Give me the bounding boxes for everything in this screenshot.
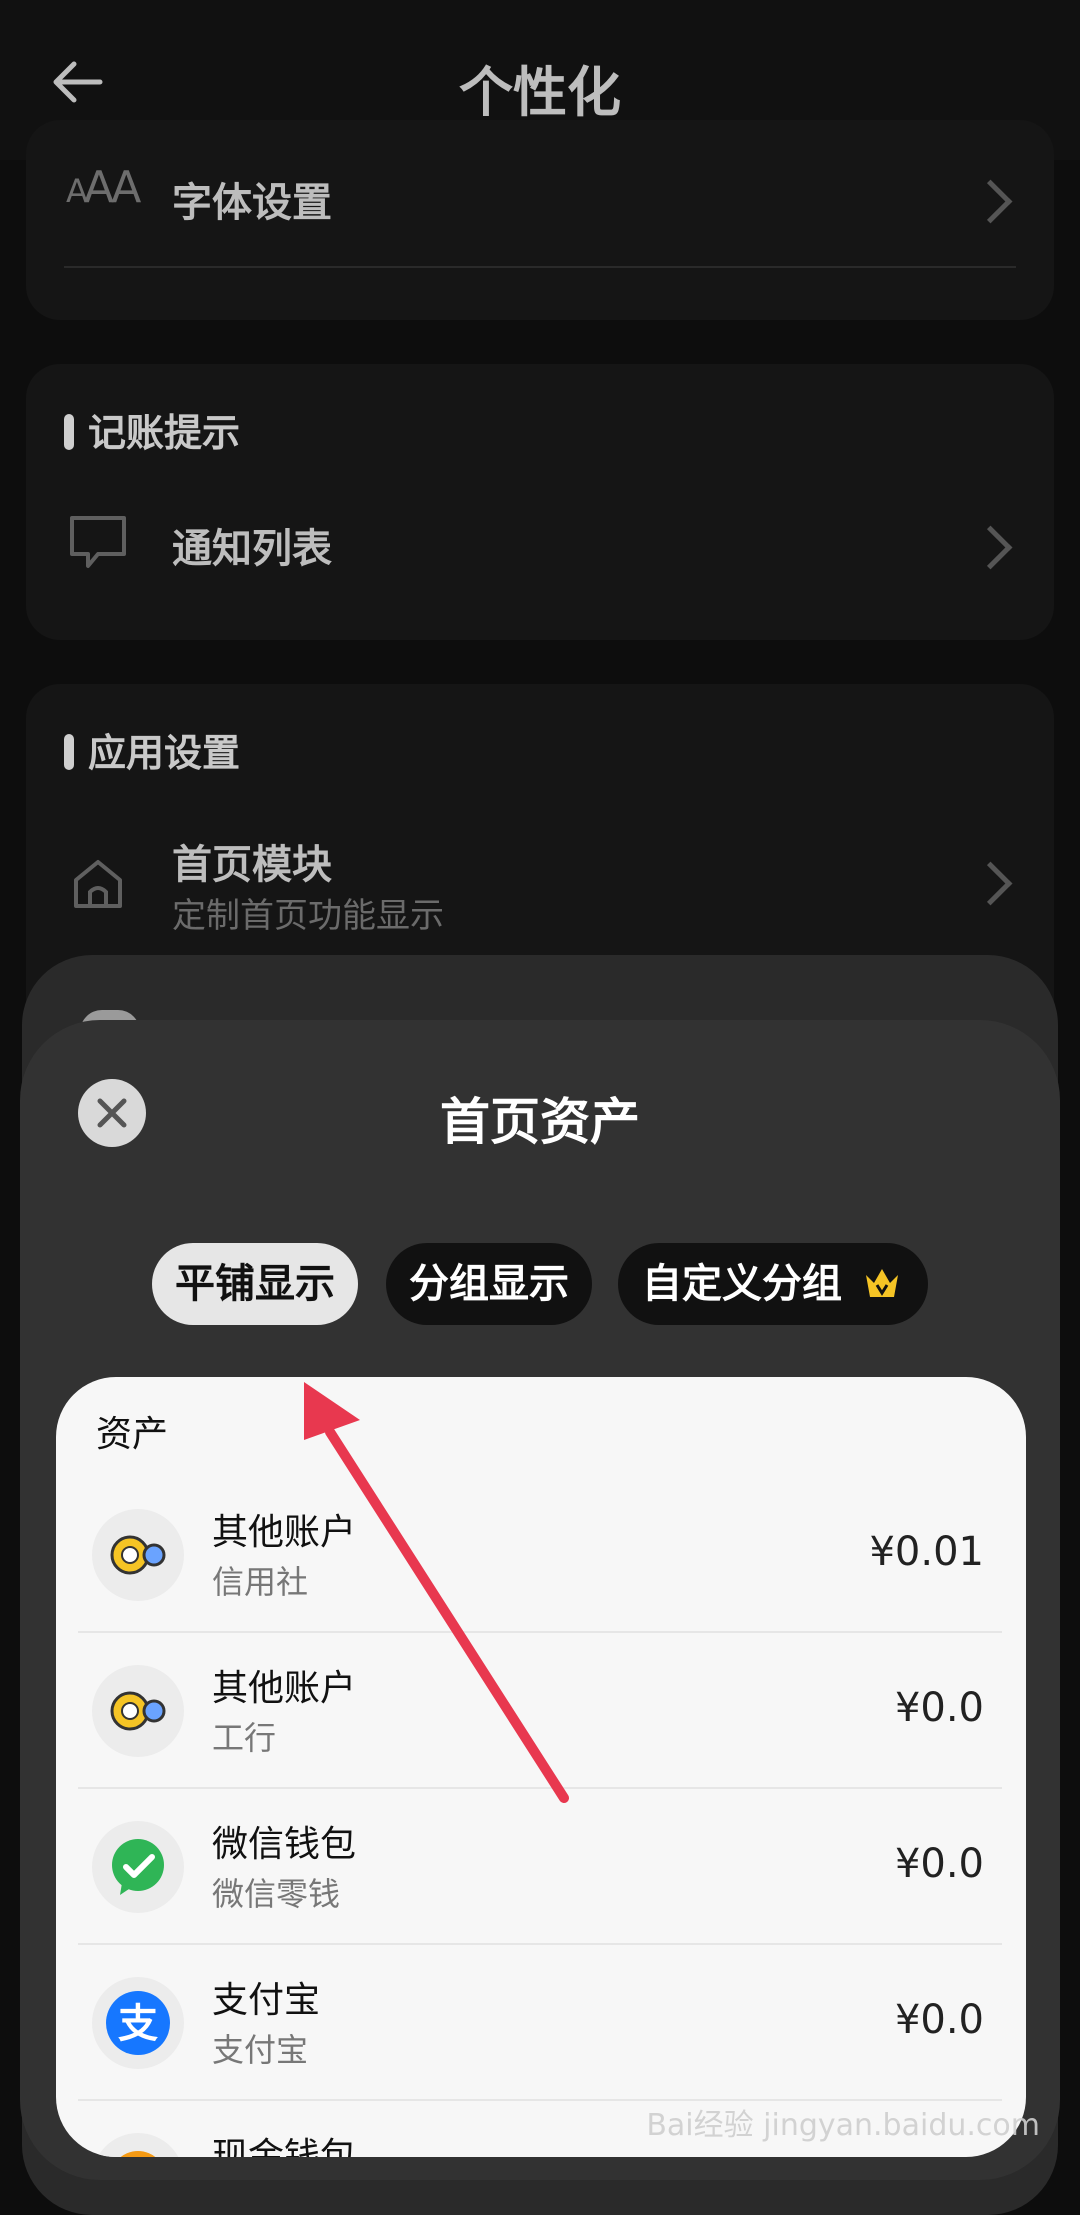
tab-custom-group-label: 自定义分组 xyxy=(642,1261,842,1307)
alipay-icon: 支 xyxy=(92,1977,184,2069)
page-title: 个性化 xyxy=(459,61,621,124)
list-item[interactable]: 支 支付宝 支付宝 ¥0.0 xyxy=(78,1945,1002,2101)
section-header: 记账提示 xyxy=(64,402,240,457)
home-icon xyxy=(74,860,122,908)
tab-group-display[interactable]: 分组显示 xyxy=(386,1243,592,1325)
chat-bubble-icon xyxy=(70,516,126,568)
account-amount: ¥0.01 xyxy=(869,1529,984,1575)
list-item[interactable]: 微信钱包 微信零钱 ¥0.0 xyxy=(78,1789,1002,1945)
sheet-title: 首页资产 xyxy=(440,1093,640,1151)
account-amount: ¥0.0 xyxy=(894,1997,984,2043)
notification-list-label[interactable]: 通知列表 xyxy=(172,516,332,574)
other-account-icon xyxy=(92,1509,184,1601)
list-item[interactable]: 其他账户 信用社 ¥0.01 xyxy=(78,1477,1002,1633)
cash-wallet-icon xyxy=(92,2133,184,2157)
vip-crown-icon xyxy=(865,1269,898,1297)
account-subtitle: 支付宝 xyxy=(212,2031,309,2069)
account-subtitle: 信用社 xyxy=(212,1563,309,1601)
account-subtitle: 微信零钱 xyxy=(212,1875,341,1913)
home-module-label[interactable]: 首页模块 xyxy=(172,832,332,890)
svg-text:支: 支 xyxy=(118,2001,158,2047)
account-name: 其他账户 xyxy=(212,1668,357,1709)
asset-panel: 资产 其他账户 信用社 ¥0.01 其他账户 工行 ¥0.0 微信钱包 微信零钱… xyxy=(56,1377,1026,2157)
section-header: 应用设置 xyxy=(64,722,240,777)
chevron-right-icon xyxy=(968,861,1013,906)
asset-section-label: 资产 xyxy=(96,1414,169,1455)
tab-custom-group[interactable]: 自定义分组 xyxy=(618,1243,928,1325)
watermark: Bai经验 jingyan.baidu.com xyxy=(646,2108,1040,2143)
account-amount: ¥0.0 xyxy=(894,1841,984,1887)
chevron-right-icon xyxy=(968,525,1013,570)
account-subtitle: 工行 xyxy=(212,1719,277,1757)
wechat-icon xyxy=(92,1821,184,1913)
home-module-subtitle: 定制首页功能显示 xyxy=(172,896,444,936)
account-amount: ¥0.0 xyxy=(894,1685,984,1731)
font-size-icon: AAAAA xyxy=(66,162,141,213)
divider xyxy=(64,266,1016,268)
chevron-right-icon xyxy=(968,179,1013,224)
account-name: 微信钱包 xyxy=(212,1824,357,1865)
list-item[interactable]: 其他账户 工行 ¥0.0 xyxy=(78,1633,1002,1789)
account-name: 支付宝 xyxy=(212,1980,321,2021)
account-name: 其他账户 xyxy=(212,1512,357,1553)
font-settings-label[interactable]: 字体设置 xyxy=(172,170,332,228)
font-settings-card: AAAAA 字体设置 xyxy=(26,120,1054,320)
tab-tile-display[interactable]: 平铺显示 xyxy=(152,1243,358,1325)
account-name: 现金钱包 xyxy=(212,2136,357,2157)
other-account-icon xyxy=(92,1665,184,1757)
reminder-card: 记账提示 通知列表 xyxy=(26,364,1054,640)
